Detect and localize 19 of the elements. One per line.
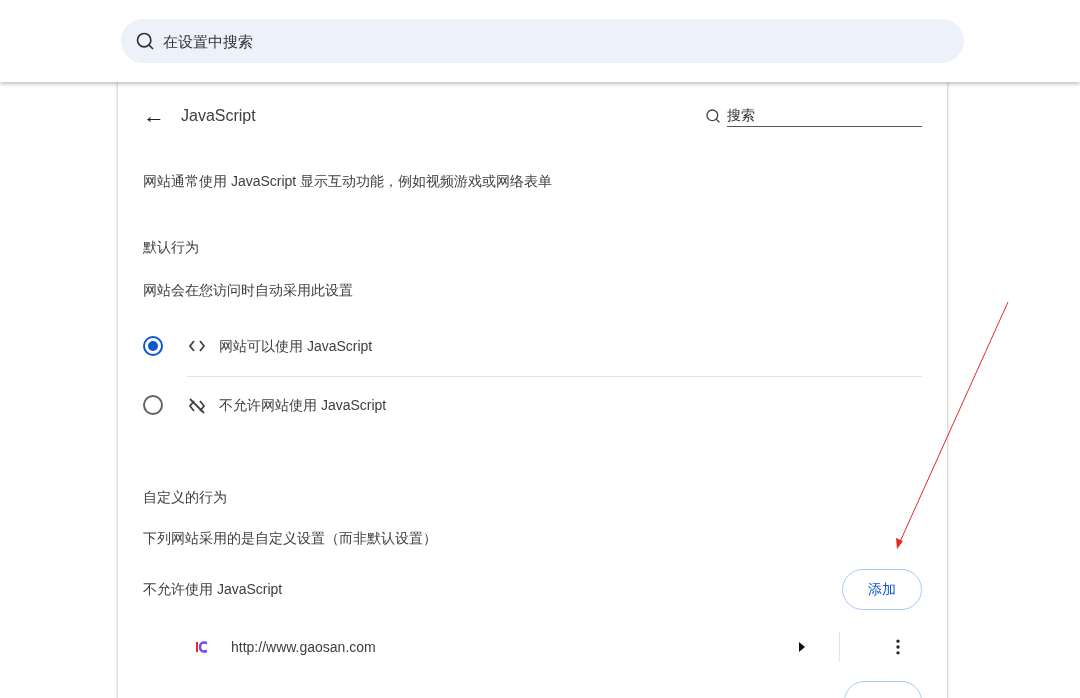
list-title: 不允许使用 JavaScript: [143, 579, 283, 599]
section-subtitle: 下列网站采用的是自定义设置（而非默认设置）: [143, 528, 438, 548]
search-icon: [705, 108, 721, 125]
radio-button[interactable]: [143, 336, 163, 357]
description-text: 网站通常使用 JavaScript 显示互动功能，例如视频游戏或网络表单: [143, 171, 554, 191]
section-subtitle: 网站会在您访问时自动采用此设置: [143, 280, 354, 300]
option-label: 网站可以使用 JavaScript: [219, 336, 373, 356]
page-title: JavaScript: [181, 106, 256, 127]
option-label: 不允许网站使用 JavaScript: [219, 396, 387, 416]
radio-button[interactable]: [143, 395, 163, 416]
site-url: http://www.gaosan.com: [231, 637, 376, 657]
settings-search-field[interactable]: 在设置中搜索: [121, 19, 964, 63]
section-heading: 默认行为: [143, 237, 200, 257]
triangle-icon[interactable]: [799, 642, 805, 653]
code-off-icon: [187, 395, 207, 416]
search-icon: [135, 31, 155, 51]
section-heading: 自定义的行为: [143, 487, 228, 507]
search-field[interactable]: 搜索: [727, 105, 922, 128]
site-favicon: [195, 641, 209, 654]
